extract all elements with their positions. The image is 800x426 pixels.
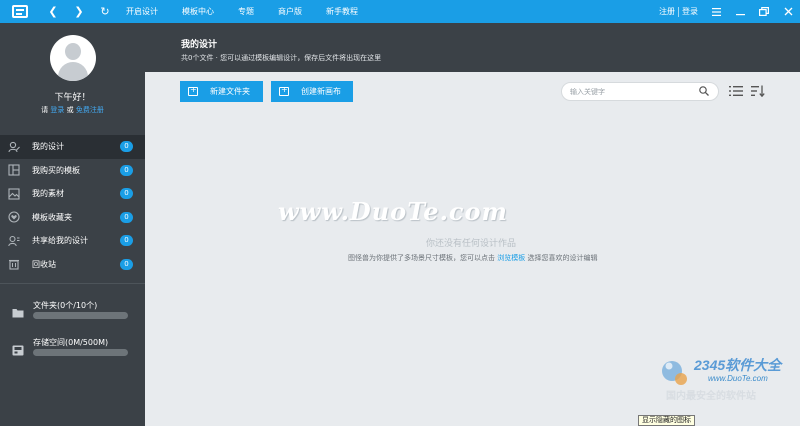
side-menu: 我的设计 0 我购买的模板 0 我的素材 0 模板收藏夹 0 共享给我的设计 0… xyxy=(0,135,145,276)
login-link[interactable]: 登录 xyxy=(682,6,698,17)
search-box xyxy=(561,82,719,101)
shared-icon xyxy=(8,235,20,247)
back-button[interactable]: ❮ xyxy=(40,0,66,23)
page-subtitle: 共0个文件 · 您可以通过模板编辑设计，保存后文件将出现在这里 xyxy=(181,54,382,62)
count-badge: 0 xyxy=(120,211,133,223)
avatar-body xyxy=(58,62,88,81)
menu-start-design[interactable]: 开启设计 xyxy=(126,6,158,17)
empty-desc-before: 图怪兽为你提供了多场景尺寸模板，您可以点击 xyxy=(348,254,495,262)
storage-icon xyxy=(12,345,24,356)
greeting: 下午好！ xyxy=(54,93,91,103)
sidebar-item-label: 模板收藏夹 xyxy=(32,212,72,222)
title-bar: ❮ ❯ ↻ 开启设计 模板中心 专题 商户版 新手教程 注册 登录 xyxy=(0,0,800,23)
sidebar-item-purchased-templates[interactable]: 我购买的模板 0 xyxy=(0,159,145,183)
empty-state-title: 你还没有任何设计作品 xyxy=(426,239,517,249)
new-folder-button[interactable]: 新建文件夹 xyxy=(180,81,263,102)
login-prompt-or: 或 xyxy=(66,106,74,114)
count-badge: 0 xyxy=(120,164,133,176)
menu-business[interactable]: 商户版 xyxy=(278,6,302,17)
count-badge: 0 xyxy=(120,188,133,199)
app-logo-icon xyxy=(12,5,28,18)
watermark: www.DuoTe.com xyxy=(278,197,508,226)
close-icon xyxy=(784,7,792,16)
material-icon xyxy=(8,188,20,200)
sidebar-item-label: 我的素材 xyxy=(32,189,64,199)
search-input[interactable] xyxy=(570,86,690,98)
count-badge: 0 xyxy=(120,141,133,152)
search-icon[interactable] xyxy=(699,86,709,96)
sidebar-item-recycle-bin[interactable]: 回收站 0 xyxy=(0,253,145,277)
new-canvas-icon xyxy=(279,85,289,96)
menu-template-center[interactable]: 模板中心 xyxy=(182,6,214,17)
refresh-icon: ↻ xyxy=(100,5,110,18)
sidebar-item-label: 我的设计 xyxy=(32,142,64,152)
sidebar-item-shared-with-me[interactable]: 共享给我的设计 0 xyxy=(0,229,145,253)
sidebar-item-my-designs[interactable]: 我的设计 0 xyxy=(0,135,145,159)
chevron-right-icon: ❯ xyxy=(74,5,84,18)
count-badge: 0 xyxy=(120,235,133,246)
sidebar-register-link[interactable]: 免费注册 xyxy=(76,106,104,114)
brand-2345-graphic: 2345软件大全 www.DuoTe.com 国内最安全的软件站 xyxy=(662,357,783,402)
restore-icon xyxy=(759,7,769,16)
new-folder-label: 新建文件夹 xyxy=(210,87,250,96)
restore-button[interactable] xyxy=(752,0,776,23)
avatar[interactable] xyxy=(50,35,96,81)
page-header: 我的设计 共0个文件 · 您可以通过模板编辑设计，保存后文件将出现在这里 xyxy=(145,23,800,72)
user-design-icon xyxy=(8,141,20,153)
chevron-left-icon: ❮ xyxy=(48,5,58,18)
browse-templates-link[interactable]: 浏览模板 xyxy=(497,254,525,262)
sidebar-login-link[interactable]: 登录 xyxy=(50,106,64,114)
close-button[interactable] xyxy=(776,0,800,23)
trash-icon xyxy=(8,258,20,270)
template-icon xyxy=(8,164,20,176)
sidebar-item-my-materials[interactable]: 我的素材 0 xyxy=(0,182,145,206)
empty-state-description: 图怪兽为你提供了多场景尺寸模板，您可以点击 浏览模板 选择您喜欢的设计编辑 xyxy=(348,253,597,263)
top-right: 注册 登录 xyxy=(659,0,800,23)
folder-quota-bar xyxy=(33,312,128,319)
menu-button[interactable] xyxy=(704,0,728,23)
login-prompt: 请 登录 或 免费注册 xyxy=(0,105,145,115)
storage-quota-bar xyxy=(33,349,128,356)
sidebar-item-label: 共享给我的设计 xyxy=(32,236,88,246)
login-prompt-prefix: 请 xyxy=(41,106,49,114)
empty-desc-after: 选择您喜欢的设计编辑 xyxy=(527,254,598,262)
sidebar: 下午好！ 请 登录 或 免费注册 我的设计 0 我购买的模板 0 我的素材 0 xyxy=(0,23,145,426)
hamburger-icon xyxy=(711,7,721,16)
sidebar-divider xyxy=(0,283,145,284)
brand-slogan: 国内最安全的软件站 xyxy=(666,389,756,402)
register-link[interactable]: 注册 xyxy=(659,6,675,17)
app-logo[interactable] xyxy=(0,0,40,23)
list-view-icon[interactable] xyxy=(729,85,743,97)
brand-2345-logo: 2345软件大全 www.DuoTe.com 国内最安全的软件站 xyxy=(658,353,800,403)
new-canvas-label: 创建新画布 xyxy=(301,87,341,96)
avatar-head xyxy=(65,43,81,60)
brand-2345-name: 2345软件大全 xyxy=(693,357,783,373)
count-badge: 0 xyxy=(120,258,133,270)
sidebar-item-label: 回收站 xyxy=(32,259,56,269)
storage-quota-label: 存储空间(0M/500M) xyxy=(33,338,109,347)
brand-url: www.DuoTe.com xyxy=(708,374,768,383)
menu-tutorial[interactable]: 新手教程 xyxy=(326,6,358,17)
refresh-button[interactable]: ↻ xyxy=(92,0,118,23)
minimize-icon xyxy=(735,13,745,15)
page-title: 我的设计 xyxy=(181,40,218,50)
sidebar-item-template-favorites[interactable]: 模板收藏夹 0 xyxy=(0,206,145,230)
minimize-button[interactable] xyxy=(728,0,752,23)
top-menu: 开启设计 模板中心 专题 商户版 新手教程 xyxy=(126,6,382,17)
new-canvas-button[interactable]: 创建新画布 xyxy=(271,81,353,102)
folder-quota-label: 文件夹(0个/10个) xyxy=(33,301,98,310)
top-divider xyxy=(678,6,679,17)
sort-icon[interactable] xyxy=(751,85,765,97)
tray-tooltip: 显示隐藏的图标 xyxy=(638,415,695,426)
sidebar-item-label: 我购买的模板 xyxy=(32,165,80,175)
forward-button[interactable]: ❯ xyxy=(66,0,92,23)
folder-icon xyxy=(12,308,24,318)
favorite-icon xyxy=(8,211,20,223)
new-folder-icon xyxy=(188,85,198,96)
menu-topics[interactable]: 专题 xyxy=(238,6,254,17)
